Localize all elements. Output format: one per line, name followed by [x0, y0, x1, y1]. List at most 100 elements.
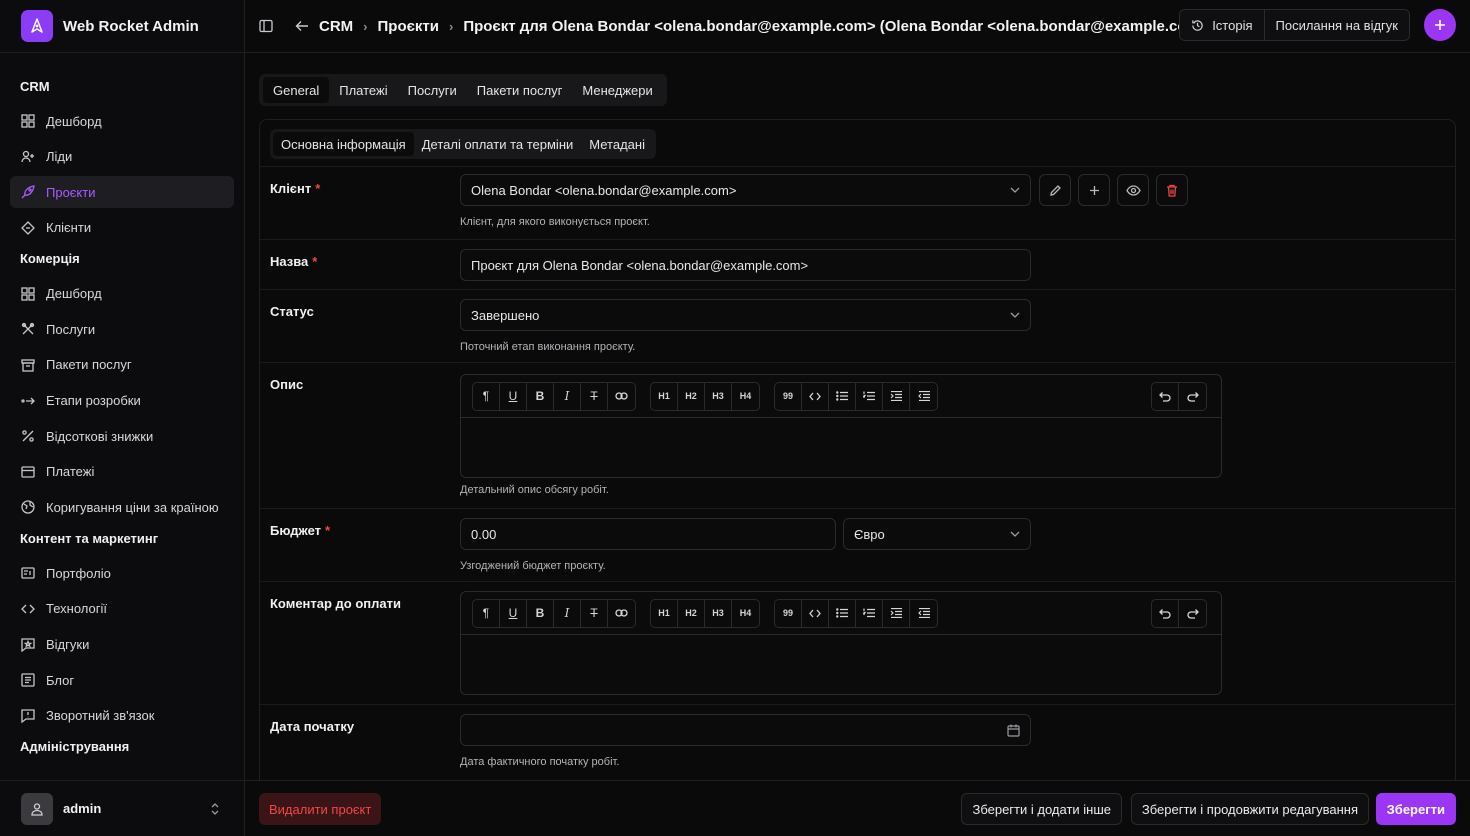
- tab-services[interactable]: Послуги: [398, 77, 467, 103]
- save-button[interactable]: Зберегти: [1375, 793, 1456, 825]
- tab-general[interactable]: General: [263, 77, 330, 103]
- rocket-icon: [20, 184, 36, 200]
- sidebar-toggle-icon[interactable]: [252, 12, 280, 40]
- back-arrow-icon[interactable]: [288, 12, 316, 40]
- sidebar-item-commerce-dashboard[interactable]: Дешборд: [10, 278, 234, 310]
- sidebar-item-portfolio[interactable]: Портфоліо: [10, 557, 234, 589]
- underline-icon[interactable]: U: [500, 382, 527, 410]
- brand[interactable]: Web Rocket Admin: [0, 0, 244, 53]
- bullet-list-icon[interactable]: [829, 599, 856, 627]
- sidebar-item-packages[interactable]: Пакети послуг: [10, 349, 234, 381]
- heading4-icon[interactable]: H4: [732, 600, 759, 627]
- history-label: Історія: [1212, 17, 1253, 33]
- italic-icon[interactable]: I: [554, 382, 581, 410]
- sidebar-item-country-pricing[interactable]: Коригування ціни за країною: [10, 491, 234, 523]
- payment-comment-textarea[interactable]: [461, 635, 1221, 694]
- redo-icon[interactable]: [1179, 600, 1206, 627]
- paragraph-icon[interactable]: ¶: [473, 599, 500, 627]
- code-icon[interactable]: [802, 382, 829, 410]
- breadcrumb-projects[interactable]: Проєкти: [378, 18, 439, 35]
- sidebar-item-services[interactable]: Послуги: [10, 313, 234, 345]
- tab-managers[interactable]: Менеджери: [572, 77, 662, 103]
- client-row: Клієнт * Olena Bondar <olena.bondar@examp…: [260, 166, 1455, 239]
- tab-service-packages[interactable]: Пакети послуг: [467, 77, 573, 103]
- subtab-payment-details[interactable]: Деталі оплати та терміни: [414, 132, 582, 156]
- undo-icon[interactable]: [1152, 599, 1179, 627]
- heading2-icon[interactable]: H2: [678, 599, 705, 627]
- heading3-icon[interactable]: H3: [705, 382, 732, 410]
- bold-icon[interactable]: B: [527, 382, 554, 410]
- main-content: General Платежі Послуги Пакети послуг Ме…: [245, 53, 1470, 780]
- remove-client-button[interactable]: [1156, 174, 1188, 206]
- sidebar-item-clients[interactable]: Клієнти: [10, 212, 234, 244]
- heading2-icon[interactable]: H2: [678, 382, 705, 410]
- description-textarea[interactable]: [461, 418, 1221, 477]
- client-select[interactable]: Olena Bondar <olena.bondar@example.com>: [460, 174, 1031, 206]
- breadcrumb-crm[interactable]: CRM: [319, 18, 353, 35]
- budget-label: Бюджет *: [270, 523, 330, 538]
- tab-payments[interactable]: Платежі: [329, 77, 397, 103]
- outdent-icon[interactable]: [910, 600, 937, 627]
- italic-icon[interactable]: I: [554, 599, 581, 627]
- sidebar-item-discounts[interactable]: Відсоткові знижки: [10, 420, 234, 452]
- strikethrough-icon[interactable]: T: [581, 599, 608, 627]
- app-name: Web Rocket Admin: [63, 17, 199, 35]
- breadcrumb-current: Проєкт для Olena Bondar <olena.bondar@ex…: [463, 17, 1214, 35]
- top-header: CRM › Проєкти › Проєкт для Olena Bondar …: [245, 0, 1470, 53]
- indent-icon[interactable]: [883, 382, 910, 410]
- delete-project-button[interactable]: Видалити проєкт: [259, 793, 382, 825]
- save-and-continue-button[interactable]: Зберегти і продовжити редагування: [1130, 793, 1369, 825]
- review-link-button[interactable]: Посилання на відгук: [1263, 10, 1409, 40]
- name-input[interactable]: Проєкт для Olena Bondar <olena.bondar@ex…: [460, 249, 1031, 281]
- sidebar-item-reviews[interactable]: Відгуки: [10, 629, 234, 661]
- history-button[interactable]: Історія: [1180, 10, 1264, 40]
- chevron-right-icon: ›: [448, 18, 454, 34]
- strikethrough-icon[interactable]: T: [581, 382, 608, 410]
- quote-icon[interactable]: 99: [775, 382, 802, 410]
- form-panel: Основна інформація Деталі оплати та терм…: [259, 119, 1456, 780]
- sidebar-item-projects[interactable]: Проєкти: [10, 176, 234, 209]
- sidebar-item-leads[interactable]: Ліди: [10, 141, 234, 173]
- redo-icon[interactable]: [1179, 383, 1206, 410]
- subtab-metadata[interactable]: Метадані: [581, 132, 653, 156]
- code-icon[interactable]: [802, 599, 829, 627]
- user-menu[interactable]: admin: [0, 780, 244, 836]
- client-label-text: Клієнт: [270, 181, 312, 196]
- indent-icon[interactable]: [883, 599, 910, 627]
- save-and-add-button[interactable]: Зберегти і додати інше: [961, 793, 1122, 825]
- budget-input[interactable]: 0.00: [460, 518, 836, 550]
- ordered-list-icon[interactable]: [856, 599, 883, 627]
- heading4-icon[interactable]: H4: [732, 383, 759, 410]
- sidebar-item-label: Блог: [46, 672, 75, 688]
- heading1-icon[interactable]: H1: [651, 599, 678, 627]
- currency-select[interactable]: Євро: [843, 518, 1031, 550]
- sidebar-item-technologies[interactable]: Технології: [10, 593, 234, 625]
- payment-comment-label: Коментар до оплати: [270, 596, 401, 611]
- underline-icon[interactable]: U: [500, 599, 527, 627]
- heading3-icon[interactable]: H3: [705, 599, 732, 627]
- add-button[interactable]: [1424, 9, 1456, 41]
- undo-icon[interactable]: [1152, 382, 1179, 410]
- quote-icon[interactable]: 99: [775, 599, 802, 627]
- calendar-icon[interactable]: [1007, 724, 1020, 737]
- sidebar-item-payments[interactable]: Платежі: [10, 456, 234, 488]
- link-icon[interactable]: [608, 600, 635, 627]
- add-client-button[interactable]: [1078, 174, 1110, 206]
- ordered-list-icon[interactable]: [856, 382, 883, 410]
- bold-icon[interactable]: B: [527, 599, 554, 627]
- sidebar-item-dev-stages[interactable]: Етапи розробки: [10, 385, 234, 417]
- bullet-list-icon[interactable]: [829, 382, 856, 410]
- heading1-icon[interactable]: H1: [651, 382, 678, 410]
- sidebar-item-crm-dashboard[interactable]: Дешборд: [10, 105, 234, 137]
- sidebar-item-blog[interactable]: Блог: [10, 664, 234, 696]
- link-icon[interactable]: [608, 383, 635, 410]
- start-date-input[interactable]: [460, 714, 1031, 746]
- block-group: 99: [774, 598, 938, 628]
- sidebar-item-feedback[interactable]: Зворотний зв'язок: [10, 700, 234, 732]
- subtab-main-info[interactable]: Основна інформація: [273, 132, 414, 156]
- outdent-icon[interactable]: [910, 383, 937, 410]
- paragraph-icon[interactable]: ¶: [473, 382, 500, 410]
- edit-client-button[interactable]: [1039, 174, 1071, 206]
- view-client-button[interactable]: [1117, 174, 1149, 206]
- status-select[interactable]: Завершено: [460, 299, 1031, 331]
